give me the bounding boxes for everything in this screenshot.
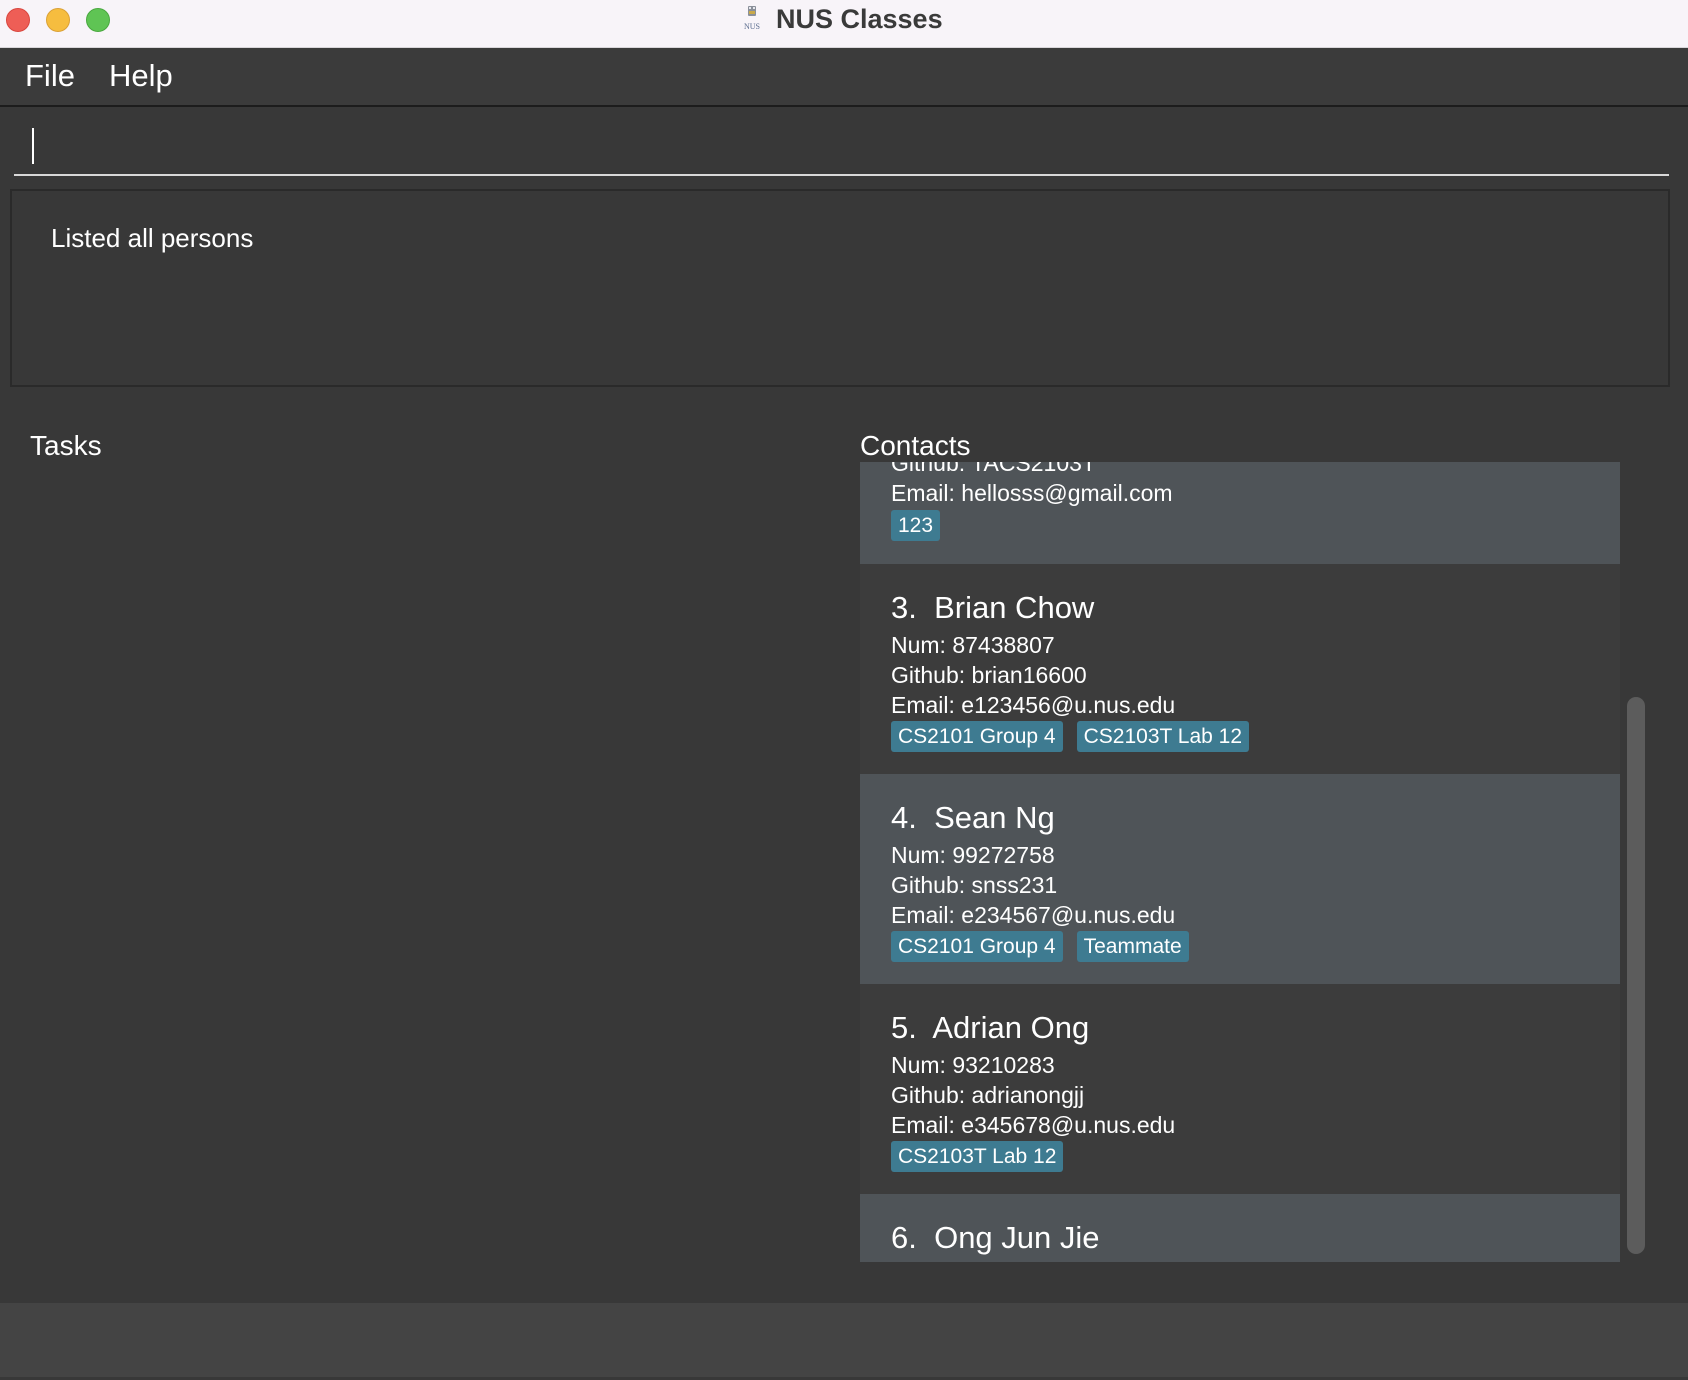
contact-tags: 123 [891,510,941,541]
contact-name: 4. Sean Ng [891,800,1055,835]
contact-tags: CS2101 Group 4 CS2103T Lab 12 [891,721,1250,752]
window-title: NUS Classes [776,4,943,34]
tasks-title: Tasks [30,430,102,461]
contact-tag: Teammate [1076,931,1189,962]
contact-tag: CS2103T Lab 12 [1076,721,1250,752]
maximize-window-button[interactable] [86,8,110,32]
contact-github: Github: adrianongjj [891,1082,1085,1108]
text-caret [32,128,34,164]
contact-github: Github: brian16600 [891,662,1087,688]
status-bar [0,1303,1688,1377]
window-title-bar: NUS NUS Classes [0,0,1688,48]
svg-text:NUS: NUS [744,22,760,31]
result-message: Listed all persons [51,223,254,253]
menu-file[interactable]: File [25,58,75,94]
contact-card[interactable]: 6. Ong Jun Jie [860,1194,1620,1262]
contact-tag: CS2101 Group 4 [891,721,1063,752]
command-box [14,118,1669,176]
contact-tag: 123 [891,510,941,541]
contact-card[interactable]: 3. Brian Chow Num: 87438807 Github: bria… [860,564,1620,774]
contact-github: Github: snss231 [891,872,1058,898]
menu-help[interactable]: Help [109,58,173,94]
command-input[interactable] [36,124,1636,168]
contact-email: Email: e123456@u.nus.edu [891,692,1176,718]
nus-logo-icon: NUS [744,6,760,31]
contact-num: Num: 93210283 [891,1052,1055,1078]
contact-tags: CS2101 Group 4 Teammate [891,931,1189,962]
contact-name: 6. Ong Jun Jie [891,1220,1100,1255]
contact-tag: CS2103T Lab 12 [891,1141,1064,1172]
contact-name: 5. Adrian Ong [891,1010,1090,1045]
contact-card[interactable]: Github: TACS2103T Email: hellosss@gmail.… [860,462,1620,564]
close-window-button[interactable] [6,8,30,32]
contact-num: Num: 87438807 [891,632,1055,658]
contact-email: Email: e234567@u.nus.edu [891,902,1176,928]
contacts-list[interactable]: Github: TACS2103T Email: hellosss@gmail.… [860,462,1620,1262]
contact-num: Num: 99272758 [891,842,1055,868]
contact-tag: CS2101 Group 4 [891,931,1063,962]
contacts-scrollbar-thumb[interactable] [1627,697,1645,1254]
contact-email: Email: hellosss@gmail.com [891,480,1173,506]
minimize-window-button[interactable] [46,8,70,32]
result-display: Listed all persons [10,189,1670,387]
menu-bar: File Help [0,48,1688,107]
contact-github: Github: TACS2103T [891,462,1096,476]
contact-name: 3. Brian Chow [891,590,1095,625]
contact-card[interactable]: 5. Adrian Ong Num: 93210283 Github: adri… [860,984,1620,1194]
contacts-title: Contacts [860,430,971,461]
contact-tags: CS2103T Lab 12 [891,1141,1064,1172]
contact-email: Email: e345678@u.nus.edu [891,1112,1176,1138]
contact-card[interactable]: 4. Sean Ng Num: 99272758 Github: snss231… [860,774,1620,984]
